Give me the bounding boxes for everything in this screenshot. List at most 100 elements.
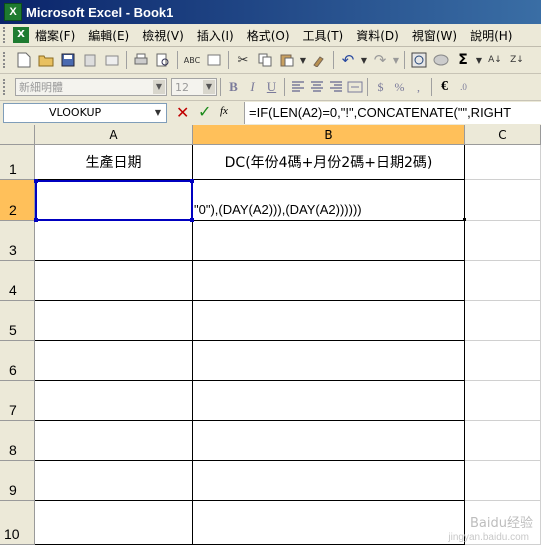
enter-icon[interactable]: ✓ — [198, 102, 211, 121]
chevron-down-icon[interactable]: ▼ — [475, 50, 483, 70]
row-header-2[interactable]: 2 — [0, 180, 35, 221]
row-header-5[interactable]: 5 — [0, 301, 35, 341]
cell-c3[interactable] — [465, 221, 541, 261]
row-header-4[interactable]: 4 — [0, 261, 35, 301]
chat-icon[interactable] — [431, 50, 451, 70]
menu-edit[interactable]: 編輯(E) — [88, 27, 129, 44]
autosum-icon[interactable]: Σ — [453, 50, 473, 70]
cell-a9[interactable] — [35, 461, 193, 501]
research-icon[interactable] — [204, 50, 224, 70]
row-header-10[interactable]: 10 — [0, 501, 35, 545]
chevron-down-icon[interactable]: ▼ — [299, 50, 307, 70]
format-painter-icon[interactable] — [309, 50, 329, 70]
underline-button[interactable]: U — [262, 77, 281, 97]
cell-a7[interactable] — [35, 381, 193, 421]
chevron-down-icon[interactable]: ▼ — [360, 50, 368, 70]
print-icon[interactable] — [131, 50, 151, 70]
menu-insert[interactable]: 插入(I) — [197, 27, 234, 44]
cell-c2[interactable] — [465, 180, 541, 221]
chevron-down-icon[interactable]: ▼ — [151, 105, 165, 121]
select-all-corner[interactable] — [0, 125, 35, 145]
cell-a6[interactable] — [35, 341, 193, 381]
cell-c5[interactable] — [465, 301, 541, 341]
cell-b4[interactable] — [193, 261, 465, 301]
menu-file[interactable]: 檔案(F) — [35, 27, 75, 44]
redo-icon[interactable]: ↷ — [370, 50, 390, 70]
cell-c6[interactable] — [465, 341, 541, 381]
cell-b3[interactable] — [193, 221, 465, 261]
cell-a4[interactable] — [35, 261, 193, 301]
menu-tools[interactable]: 工具(T) — [303, 27, 344, 44]
spelling-icon[interactable]: ABC — [182, 50, 202, 70]
insert-function-icon[interactable]: fx — [220, 105, 228, 117]
row-header-1[interactable]: 1 — [0, 145, 35, 180]
cut-icon[interactable]: ✂ — [233, 50, 253, 70]
currency-icon[interactable]: $ — [371, 77, 390, 97]
cell-c1[interactable] — [465, 145, 541, 180]
menu-view[interactable]: 檢視(V) — [142, 27, 184, 44]
new-icon[interactable] — [14, 50, 34, 70]
open-icon[interactable] — [36, 50, 56, 70]
comma-style-icon[interactable]: , — [409, 77, 428, 97]
row-header-3[interactable]: 3 — [0, 221, 35, 261]
toolbar-grip[interactable] — [3, 79, 9, 95]
cell-b9[interactable] — [193, 461, 465, 501]
cancel-icon[interactable]: ✕ — [176, 103, 189, 122]
merge-center-icon[interactable] — [345, 77, 364, 97]
column-header-b[interactable]: B — [193, 125, 465, 145]
toolbar-grip[interactable] — [3, 52, 9, 68]
percent-icon[interactable]: % — [390, 77, 409, 97]
cell-b8[interactable] — [193, 421, 465, 461]
align-center-icon[interactable] — [307, 77, 326, 97]
sort-ascending-icon[interactable]: A↓ — [485, 50, 505, 70]
chevron-down-icon[interactable]: ▼ — [392, 50, 400, 70]
font-name-select[interactable]: 新細明體 ▼ — [15, 78, 167, 96]
email-icon[interactable] — [102, 50, 122, 70]
chevron-down-icon[interactable]: ▼ — [153, 80, 165, 94]
undo-icon[interactable]: ↶ — [338, 50, 358, 70]
menu-window[interactable]: 視窗(W) — [412, 27, 457, 44]
cell-c4[interactable] — [465, 261, 541, 301]
column-header-a[interactable]: A — [35, 125, 193, 145]
permission-icon[interactable] — [80, 50, 100, 70]
italic-button[interactable]: I — [243, 77, 262, 97]
menu-format[interactable]: 格式(O) — [247, 27, 290, 44]
cell-b6[interactable] — [193, 341, 465, 381]
cell-b5[interactable] — [193, 301, 465, 341]
increase-decimal-icon[interactable]: .0 — [454, 77, 473, 97]
cell-c7[interactable] — [465, 381, 541, 421]
row-header-9[interactable]: 9 — [0, 461, 35, 501]
cell-a5[interactable] — [35, 301, 193, 341]
cell-b7[interactable] — [193, 381, 465, 421]
align-right-icon[interactable] — [326, 77, 345, 97]
row-header-6[interactable]: 6 — [0, 341, 35, 381]
menu-data[interactable]: 資料(D) — [356, 27, 399, 44]
cell-a3[interactable] — [35, 221, 193, 261]
hyperlink-icon[interactable] — [409, 50, 429, 70]
cell-c9[interactable] — [465, 461, 541, 501]
sort-descending-icon[interactable]: Z↓ — [507, 50, 527, 70]
name-box[interactable]: VLOOKUP ▼ — [3, 103, 167, 123]
cell-a8[interactable] — [35, 421, 193, 461]
copy-icon[interactable] — [255, 50, 275, 70]
bold-button[interactable]: B — [224, 77, 243, 97]
cell-b1[interactable]: DC(年份4碼+月份2碼+日期2碼) — [193, 145, 465, 180]
chevron-down-icon[interactable]: ▼ — [203, 80, 215, 94]
paste-icon[interactable] — [277, 50, 297, 70]
cell-a1[interactable]: 生產日期 — [35, 145, 193, 180]
fill-handle[interactable] — [190, 218, 194, 222]
row-header-7[interactable]: 7 — [0, 381, 35, 421]
align-left-icon[interactable] — [288, 77, 307, 97]
font-size-select[interactable]: 12 ▼ — [171, 78, 217, 96]
formula-input[interactable]: =IF(LEN(A2)=0,"!",CONCATENATE("",RIGHT — [244, 102, 541, 124]
save-icon[interactable] — [58, 50, 78, 70]
print-preview-icon[interactable] — [153, 50, 173, 70]
cell-b10[interactable] — [193, 501, 465, 545]
row-header-8[interactable]: 8 — [0, 421, 35, 461]
menu-help[interactable]: 說明(H) — [470, 27, 512, 44]
cell-a10[interactable] — [35, 501, 193, 545]
toolbar-grip[interactable] — [3, 27, 9, 43]
euro-icon[interactable]: € — [435, 77, 454, 97]
cell-c8[interactable] — [465, 421, 541, 461]
column-header-c[interactable]: C — [465, 125, 541, 145]
